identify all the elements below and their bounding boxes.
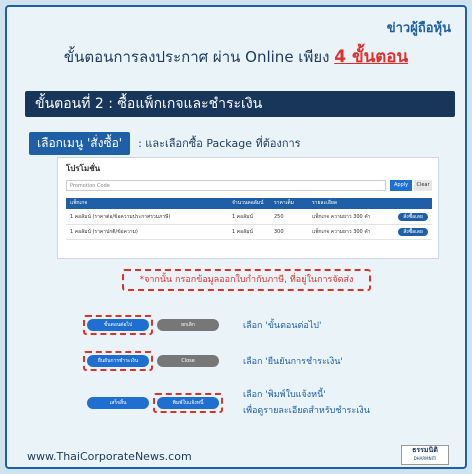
dharmniti-logo: ธรรมนิติ DHARMNITI: [401, 445, 449, 465]
apply-button[interactable]: Apply: [390, 180, 412, 191]
step-banner: ขั้นตอนที่ 2 : ซื้อแพ็กเกจและชำระเงิน: [25, 91, 455, 117]
highlight-box: [153, 393, 223, 413]
panel-title: โปรโมชั่น: [66, 164, 101, 173]
headline-highlight: 4 ขั้นตอน: [334, 47, 409, 67]
promo-code-input[interactable]: Promotion Code: [66, 180, 386, 191]
next-step-button[interactable]: ขั้นตอนต่อไป: [83, 315, 153, 335]
action-description: เลือก 'พิมพ์ใบแจ้งหนี้': [243, 390, 326, 400]
column-header: รายละเอียด: [312, 200, 338, 206]
finish-button[interactable]: เสร็จสิ้น: [87, 397, 149, 409]
infographic-frame: ข่าวผู้ถือหุ้น ขั้นตอนการลงประกาศ ผ่าน O…: [5, 5, 467, 469]
package-qty: 1 คอลัมน์: [232, 229, 253, 235]
buy-button[interactable]: สั่งซื้อเลย: [398, 228, 428, 236]
package-name: 1 คอลัมน์ (ราคาปกติ/ข้อความ): [70, 229, 138, 235]
cancel-button[interactable]: ยกเลิก: [157, 319, 219, 331]
table-row: 1 คอลัมน์ (ราคาปกติ/ข้อความ) 1 คอลัมน์ 3…: [66, 225, 432, 240]
package-qty: 1 คอลัมน์: [232, 214, 253, 220]
brand-logo: ข่าวผู้ถือหุ้น: [386, 21, 451, 36]
page-title: ขั้นตอนการลงประกาศ ผ่าน Online เพียง 4 ข…: [7, 43, 465, 70]
package-detail: แพ็กเกจ ความยาว 300 คำ: [312, 214, 371, 220]
action-description: เลือก 'ขั้นตอนต่อไป': [243, 321, 322, 331]
close-button[interactable]: Close: [157, 355, 219, 367]
buy-button[interactable]: สั่งซื้อเลย: [398, 213, 428, 221]
table-header: แพ็กเกจ จำนวนคอลัมน์ ราคาเต็ม รายละเอียด: [66, 198, 432, 209]
menu-instruction: เลือกเมนู 'สั่งซื้อ' : และเลือกซื้อ Pack…: [29, 131, 301, 155]
action-description: เลือก 'ยืนยันการชำระเงิน': [243, 357, 343, 367]
billing-note: *จากนั้น กรอกข้อมูลออกใบกำกับภาษี, ที่อย…: [122, 269, 371, 291]
package-detail: แพ็กเกจ ความยาว 300 คำ: [312, 229, 371, 235]
highlight-box: [83, 315, 153, 335]
print-invoice-button[interactable]: พิมพ์ใบแจ้งหนี้: [153, 393, 223, 413]
package-price: 300: [274, 229, 284, 235]
column-header: จำนวนคอลัมน์: [232, 200, 264, 206]
logo-subtext: DHARMNITI: [413, 456, 437, 461]
highlight-box: [83, 351, 153, 371]
package-name: 1 คอลัมน์ (ราคาต่อ/ข้อความประกาศรวมภาษี): [70, 214, 171, 220]
action-row: เสร็จสิ้น พิมพ์ใบแจ้งหนี้: [87, 393, 223, 413]
footer-site: www.ThaiCorporateNews.com: [27, 450, 192, 463]
menu-text: : และเลือกซื้อ Package ที่ต้องการ: [138, 137, 301, 150]
promotion-panel: โปรโมชั่น Promotion Code Apply Clear แพ็…: [57, 157, 439, 259]
action-row: ยืนยันการชำระเงิน Close: [83, 351, 219, 371]
headline-text: ขั้นตอนการลงประกาศ ผ่าน Online เพียง: [63, 48, 335, 66]
column-header: ราคาเต็ม: [274, 200, 294, 206]
action-row: ขั้นตอนต่อไป ยกเลิก: [83, 315, 219, 335]
table-row: 1 คอลัมน์ (ราคาต่อ/ข้อความประกาศรวมภาษี)…: [66, 210, 432, 225]
column-header: แพ็กเกจ: [70, 200, 88, 206]
clear-button[interactable]: Clear: [414, 180, 432, 191]
logo-text: ธรรมนิติ: [412, 446, 438, 454]
action-description-2: เพื่อดูรายละเอียดสำหรับชำระเงิน: [243, 406, 370, 416]
package-price: 250: [274, 214, 284, 220]
confirm-payment-button[interactable]: ยืนยันการชำระเงิน: [83, 351, 153, 371]
menu-pill: เลือกเมนู 'สั่งซื้อ': [29, 131, 131, 155]
